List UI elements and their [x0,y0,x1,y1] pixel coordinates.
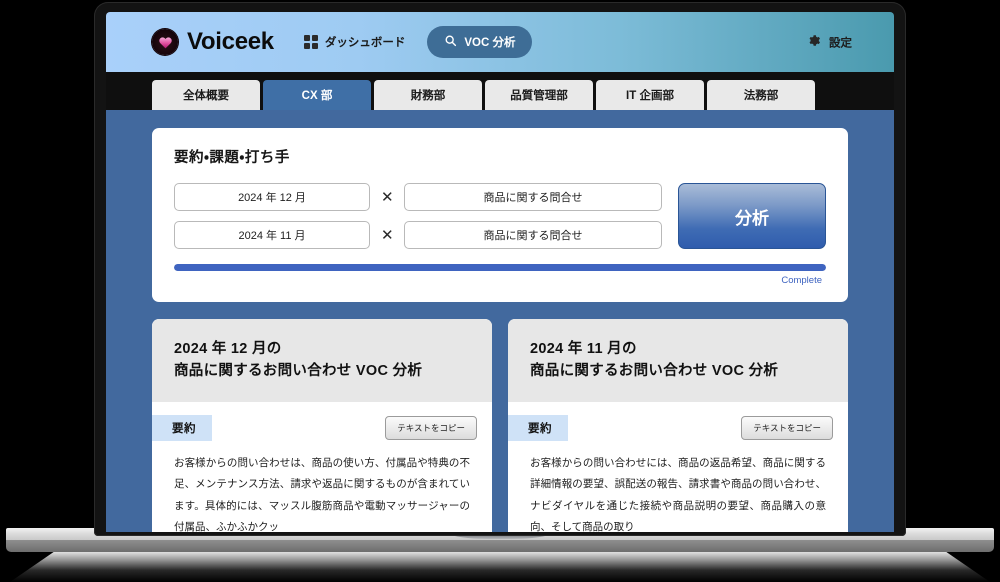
topic-select-1[interactable]: 商品に関する問合せ [404,183,662,211]
screenshot-stage: Voiceek ダッシュボード VOC 分析 設定 全体概要 CX 部 財務部 … [0,0,1000,582]
heart-in-circle-icon [152,29,178,55]
topic-select-2[interactable]: 商品に関する問合せ [404,221,662,249]
summary-badge: 要約 [152,414,212,441]
result-card-december: 2024 年 12 月の 商品に関するお問い合わせ VOC 分析 要約 テキスト… [152,319,492,532]
laptop-screen: Voiceek ダッシュボード VOC 分析 設定 全体概要 CX 部 財務部 … [106,12,894,532]
result-card-header: 2024 年 11 月の 商品に関するお問い合わせ VOC 分析 [508,319,848,402]
app-header: Voiceek ダッシュボード VOC 分析 設定 [106,12,894,72]
tab-legal[interactable]: 法務部 [707,80,815,110]
settings-label: 設定 [829,37,852,49]
tab-cx[interactable]: CX 部 [263,80,371,110]
nav-item-dashboard[interactable]: ダッシュボード [303,34,406,50]
result-title-line1: 2024 年 12 月の [174,341,282,357]
result-title-line2: 商品に関するお問い合わせ VOC 分析 [530,362,779,379]
settings-button[interactable]: 設定 [807,34,852,51]
tab-it-planning[interactable]: IT 企画部 [596,80,704,110]
query-grid: 2024 年 12 月 ✕ 商品に関する問合せ 2024 年 11 月 ✕ 商品… [174,183,826,249]
result-title-line2: 商品に関するお問い合わせ VOC 分析 [174,362,423,379]
grid-icon [303,35,318,49]
result-card-meta: 要約 テキストをコピー [508,402,848,450]
nav-item-dashboard-label: ダッシュボード [324,37,406,49]
search-icon [444,34,457,50]
result-card-meta: 要約 テキストをコピー [152,402,492,450]
laptop-shadow [10,551,990,582]
query-panel: 要約・課題・打ち手 2024 年 12 月 ✕ 商品に関する問合せ 2024 年… [152,128,848,302]
query-rows: 2024 年 12 月 ✕ 商品に関する問合せ 2024 年 11 月 ✕ 商品… [174,183,662,249]
progress-fill [174,264,826,271]
brand-logo[interactable]: Voiceek [152,29,274,55]
laptop-base-bottom-edge [6,540,994,552]
copy-text-button[interactable]: テキストをコピー [741,415,833,440]
query-panel-title: 要約・課題・打ち手 [174,150,290,166]
month-select-1[interactable]: 2024 年 12 月 [174,183,370,211]
progress-track [174,264,826,271]
brand-name: Voiceek [187,28,274,55]
progress-area: Complete [174,264,826,286]
tab-finance[interactable]: 財務部 [374,80,482,110]
result-card-november: 2024 年 11 月の 商品に関するお問い合わせ VOC 分析 要約 テキスト… [508,319,848,532]
main-canvas: 要約・課題・打ち手 2024 年 12 月 ✕ 商品に関する問合せ 2024 年… [106,110,894,532]
month-select-2[interactable]: 2024 年 11 月 [174,221,370,249]
cross-operator-icon-2: ✕ [381,226,394,244]
query-row: 2024 年 12 月 ✕ 商品に関する問合せ [174,183,662,211]
tab-overview[interactable]: 全体概要 [152,80,260,110]
query-row: 2024 年 11 月 ✕ 商品に関する問合せ [174,221,662,249]
results-row: 2024 年 12 月の 商品に関するお問い合わせ VOC 分析 要約 テキスト… [152,319,848,532]
result-summary-text: お客様からの問い合わせには、商品の返品希望、商品に関する詳細情報の要望、誤配送の… [530,456,826,533]
progress-status-label: Complete [781,275,822,286]
laptop-lid-bezel: Voiceek ダッシュボード VOC 分析 設定 全体概要 CX 部 財務部 … [94,2,906,536]
gear-icon [807,34,821,51]
department-tabbar: 全体概要 CX 部 財務部 品質管理部 IT 企画部 法務部 [106,72,894,110]
result-summary-text: お客様からの問い合わせは、商品の使い方、付属品や特典の不足、メンテナンス方法、請… [174,456,470,533]
result-title-line1: 2024 年 11 月の [530,341,637,357]
cross-operator-icon-1: ✕ [381,188,394,206]
voc-analysis-button-label: VOC 分析 [464,37,516,49]
tab-quality[interactable]: 品質管理部 [485,80,593,110]
voc-analysis-button[interactable]: VOC 分析 [427,26,533,58]
result-card-header: 2024 年 12 月の 商品に関するお問い合わせ VOC 分析 [152,319,492,402]
copy-text-button[interactable]: テキストをコピー [385,415,477,440]
summary-badge: 要約 [508,414,568,441]
analyze-button[interactable]: 分析 [678,183,826,249]
